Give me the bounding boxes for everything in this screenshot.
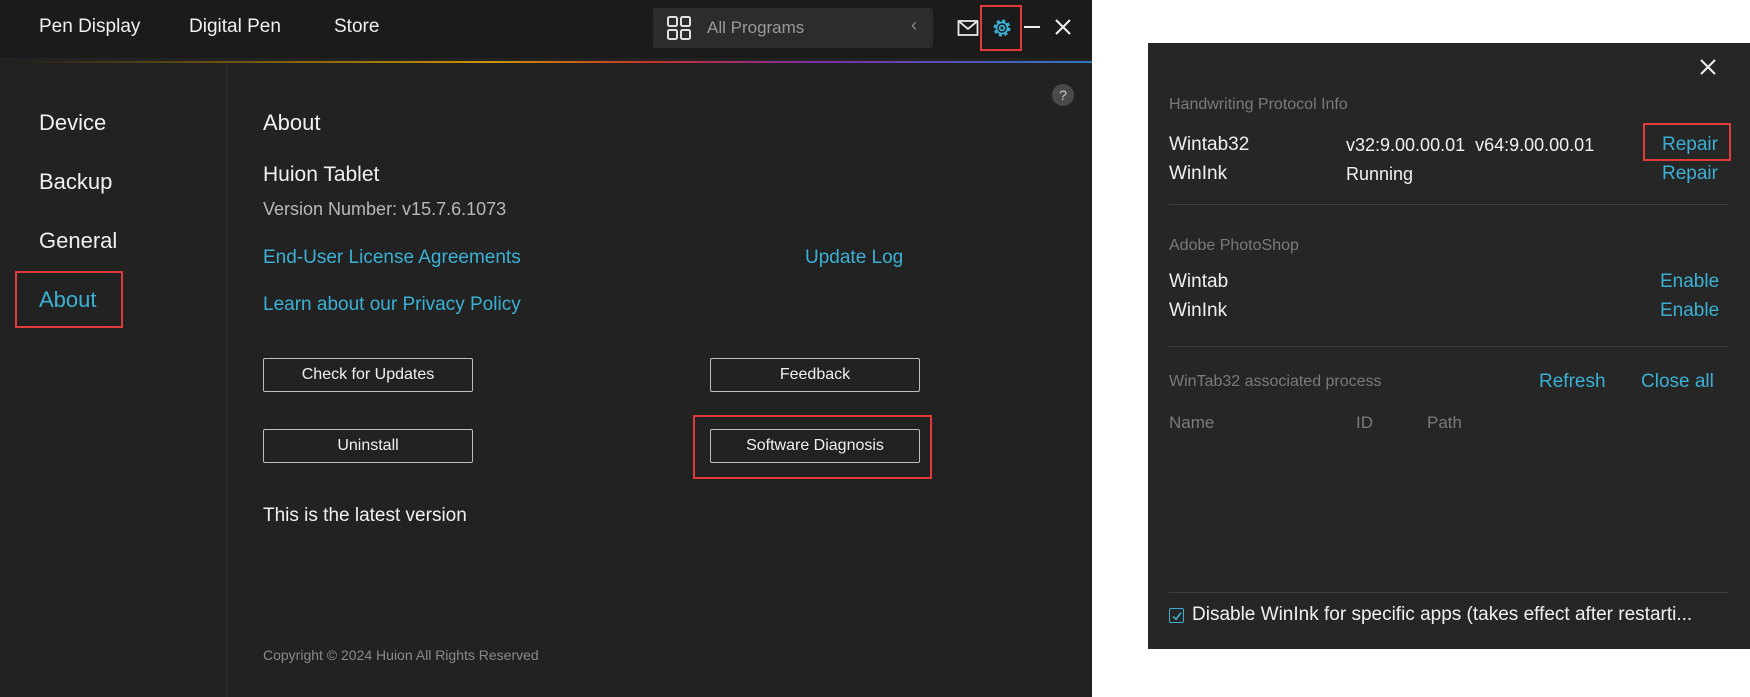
about-highlight xyxy=(15,271,123,328)
checkmark-icon xyxy=(1171,611,1182,620)
divider xyxy=(1169,592,1729,593)
section-protocol-info: Handwriting Protocol Info xyxy=(1169,96,1348,113)
huion-main-window: Pen Display Digital Pen Store All Progra… xyxy=(0,0,1092,697)
photoshop-winink-enable[interactable]: Enable xyxy=(1660,300,1719,322)
sidebar-item-general[interactable]: General xyxy=(39,228,117,254)
photoshop-wintab-label: Wintab xyxy=(1169,271,1229,292)
version-number: Version Number: v15.7.6.1073 xyxy=(263,199,507,219)
tab-store[interactable]: Store xyxy=(334,16,379,38)
disable-winink-checkbox[interactable] xyxy=(1169,608,1184,623)
protocol-name: WinInk xyxy=(1169,163,1228,184)
tab-digital-pen[interactable]: Digital Pen xyxy=(189,16,281,38)
eula-link[interactable]: End-User License Agreements xyxy=(263,247,521,269)
photoshop-wintab-enable[interactable]: Enable xyxy=(1660,271,1719,293)
close-all-button[interactable]: Close all xyxy=(1641,371,1714,393)
divider xyxy=(1169,204,1729,205)
protocol-name: Wintab32 xyxy=(1169,134,1250,155)
mail-icon[interactable] xyxy=(957,17,979,39)
uninstall-button[interactable]: Uninstall xyxy=(263,429,473,463)
software-diagnosis-panel: Handwriting Protocol Info Wintab32 v32:9… xyxy=(1148,43,1750,649)
grid-icon xyxy=(667,16,691,40)
close-icon[interactable] xyxy=(1053,17,1073,37)
sidebar-item-device[interactable]: Device xyxy=(39,110,106,136)
divider xyxy=(1169,346,1729,347)
check-updates-button[interactable]: Check for Updates xyxy=(263,358,473,392)
gear-highlight xyxy=(980,5,1022,51)
help-icon[interactable]: ? xyxy=(1052,84,1074,106)
privacy-policy-link[interactable]: Learn about our Privacy Policy xyxy=(263,294,521,316)
winink-repair-button[interactable]: Repair xyxy=(1662,163,1718,185)
product-name: Huion Tablet xyxy=(263,163,380,186)
minimize-icon[interactable] xyxy=(1022,17,1042,37)
column-header-name: Name xyxy=(1169,413,1215,432)
page-title: About xyxy=(263,110,321,135)
close-icon[interactable] xyxy=(1696,55,1720,79)
repair-highlight xyxy=(1643,123,1731,161)
refresh-button[interactable]: Refresh xyxy=(1539,371,1606,393)
column-header-id: ID xyxy=(1356,413,1373,432)
disable-winink-label: Disable WinInk for specific apps (takes … xyxy=(1192,604,1693,625)
feedback-button[interactable]: Feedback xyxy=(710,358,920,392)
chevron-left-icon[interactable]: ‹ xyxy=(911,15,917,36)
column-header-path: Path xyxy=(1427,413,1462,432)
sidebar-item-backup[interactable]: Backup xyxy=(39,169,112,195)
update-status: This is the latest version xyxy=(263,505,467,526)
copyright: Copyright © 2024 Huion All Rights Reserv… xyxy=(263,647,539,663)
update-log-link[interactable]: Update Log xyxy=(805,247,903,269)
program-selector[interactable]: All Programs ‹ xyxy=(653,8,933,48)
program-selector-placeholder: All Programs xyxy=(707,18,805,37)
tab-pen-display[interactable]: Pen Display xyxy=(39,16,140,38)
sidebar xyxy=(0,63,227,697)
section-process: WinTab32 associated process xyxy=(1169,373,1382,390)
photoshop-winink-label: WinInk xyxy=(1169,300,1228,321)
protocol-value: v32:9.00.00.01 v64:9.00.00.01 xyxy=(1346,135,1595,155)
section-photoshop: Adobe PhotoShop xyxy=(1169,237,1299,254)
diagnosis-highlight xyxy=(693,415,932,479)
protocol-value: Running xyxy=(1346,164,1414,184)
